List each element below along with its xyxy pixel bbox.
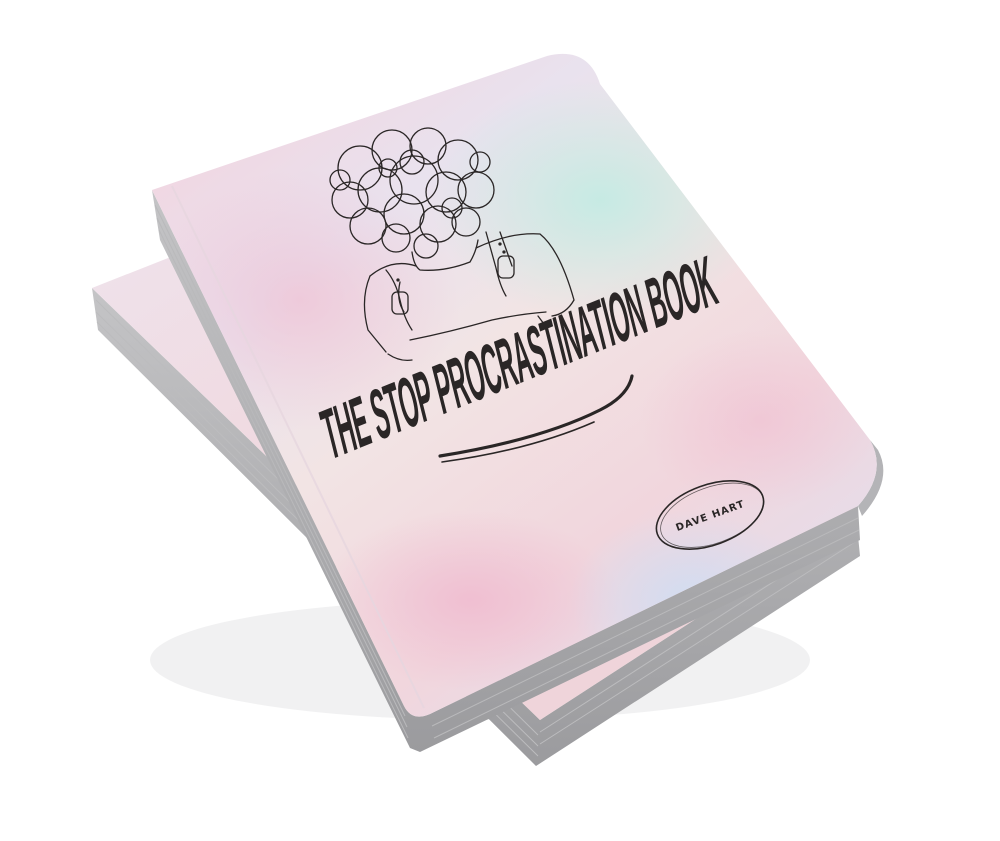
- book-stack-scene: THE STOP PROCRASTINATION BOOK DAVE HART: [92, 53, 884, 766]
